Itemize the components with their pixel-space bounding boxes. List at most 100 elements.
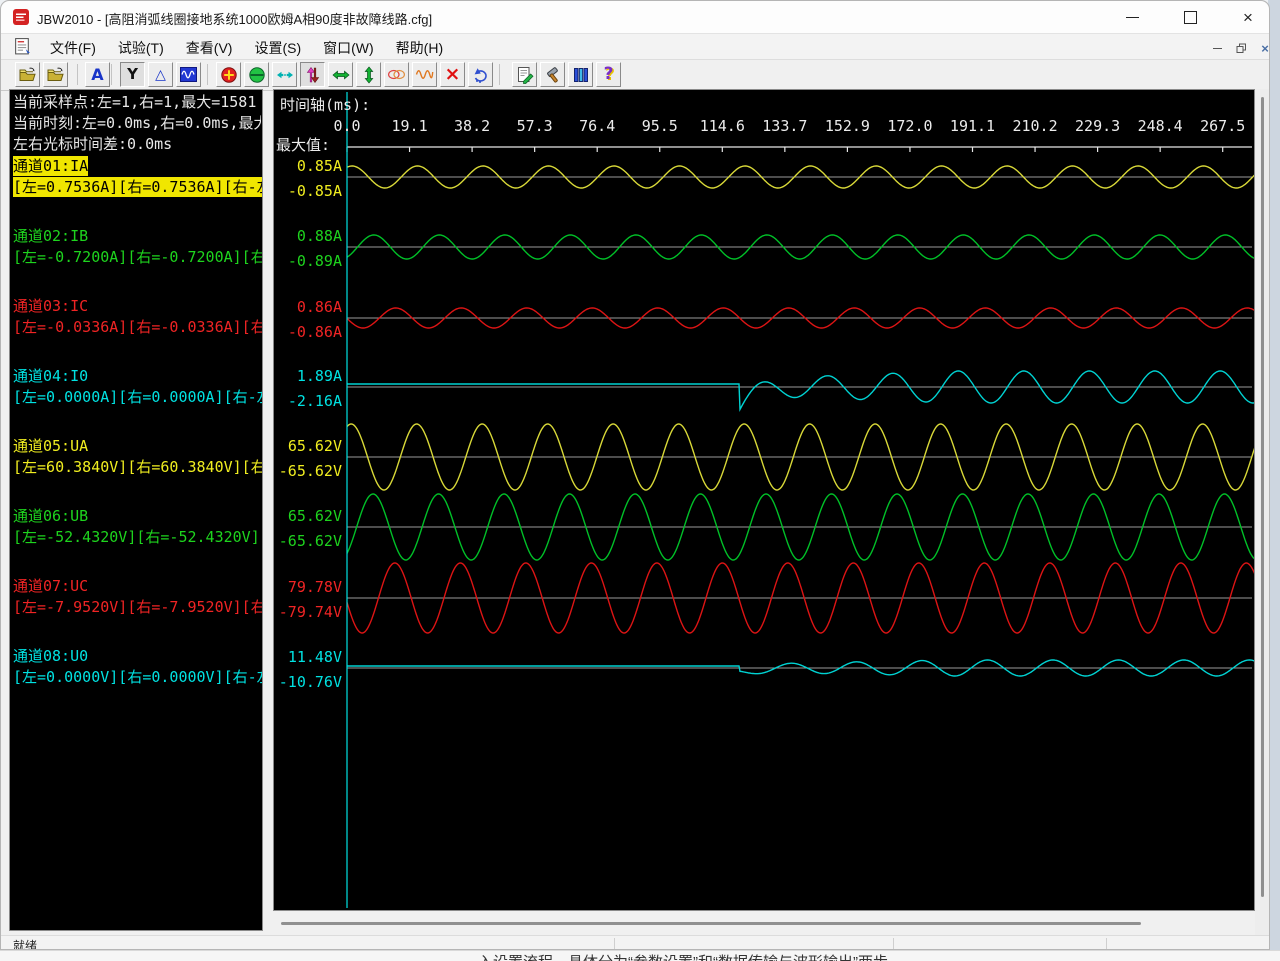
- menu-settings[interactable]: 设置(S): [243, 34, 312, 60]
- channel-label-ic[interactable]: 通道03:IC: [13, 296, 88, 316]
- toolbar-separator: [207, 64, 208, 85]
- toolbar: A Y △ ×??: [1, 59, 1269, 91]
- mdi-close-button[interactable]: ×: [1253, 38, 1270, 58]
- expand-horizontal-button[interactable]: [328, 62, 353, 87]
- sine-icon: [415, 65, 434, 84]
- report-edit-button[interactable]: [512, 62, 537, 87]
- svg-text:79.78V: 79.78V: [288, 578, 342, 596]
- analysis-a-button[interactable]: A: [85, 62, 110, 87]
- mdi-close-icon: ×: [1261, 41, 1269, 56]
- channel-label-u0[interactable]: 通道08:U0: [13, 646, 88, 666]
- help-button[interactable]: ??: [596, 62, 621, 87]
- window-title: JBW2010 - [高阻消弧线圈接地系统1000欧姆A相90度非故障线路.cf…: [37, 9, 432, 28]
- mdi-minimize-button[interactable]: [1205, 38, 1229, 58]
- green-circle-icon: [248, 66, 266, 84]
- time-tick-19.1: 19.1: [391, 117, 427, 135]
- time-tick-152.9: 152.9: [825, 117, 870, 135]
- folder-open-icon: [18, 65, 37, 84]
- help-icon: ??: [604, 66, 614, 84]
- time-axis-title: 时间轴(ms):: [280, 94, 370, 115]
- remove-channel-button[interactable]: [244, 62, 269, 87]
- menu-test[interactable]: 试验(T): [107, 34, 175, 60]
- cursor-tool-button[interactable]: [300, 62, 325, 87]
- waveform-plot-area[interactable]: 0.85A-0.85A0.88A-0.89A0.86A-0.86A1.89A-2…: [273, 89, 1255, 911]
- bar-list-icon: [572, 66, 590, 84]
- red-x-icon: ×: [445, 65, 461, 84]
- menu-file[interactable]: 文件(F): [39, 34, 107, 60]
- hammer-icon: [544, 66, 562, 84]
- svg-text:-0.86A: -0.86A: [288, 323, 342, 341]
- horizontal-scrollbar-thumb[interactable]: [281, 922, 1141, 925]
- time-tick-38.2: 38.2: [454, 117, 490, 135]
- channel-values-ub: [左=-52.4320V][右=-52.4320V][: [13, 527, 262, 547]
- compress-horizontal-button[interactable]: [272, 62, 297, 87]
- menu-window[interactable]: 窗口(W): [312, 34, 385, 60]
- open-file-button[interactable]: [15, 62, 40, 87]
- letter-a-icon: A: [91, 67, 103, 83]
- time-tick-76.4: 76.4: [579, 117, 615, 135]
- channel-values-i0: [左=0.0000A][右=0.0000A][右-左: [13, 387, 262, 407]
- maximize-button[interactable]: [1167, 1, 1213, 33]
- background-window-strip: 入设置流程，具体分为“参数设置”和“数据传输与波形输出”两步: [0, 950, 1280, 961]
- waveform-svg: 0.85A-0.85A0.88A-0.89A0.86A-0.86A1.89A-2…: [274, 90, 1254, 910]
- v-arrow-icon: [360, 66, 378, 84]
- undo-icon: [472, 66, 490, 84]
- svg-text:65.62V: 65.62V: [288, 437, 342, 455]
- delta-icon: △: [155, 68, 166, 82]
- channel-label-i0[interactable]: 通道04:I0: [13, 366, 88, 386]
- horizontal-scrollbar[interactable]: [273, 911, 1255, 935]
- waveform-view-button[interactable]: [176, 62, 201, 87]
- undo-button[interactable]: [468, 62, 493, 87]
- h-arrow-icon: [332, 66, 350, 84]
- time-tick-172.0: 172.0: [887, 117, 932, 135]
- svg-text:-79.74V: -79.74V: [279, 603, 342, 621]
- delta-connection-button[interactable]: △: [148, 62, 173, 87]
- svg-text:0.85A: 0.85A: [297, 157, 342, 175]
- info-panel: 当前采样点:左=1,右=1,最大=1581当前时刻:左=0.0ms,右=0.0m…: [9, 89, 263, 931]
- menu-help[interactable]: 帮助(H): [385, 34, 454, 60]
- wave-i0: [347, 371, 1254, 409]
- channel-label-uc[interactable]: 通道07:UC: [13, 576, 88, 596]
- channel-label-ua[interactable]: 通道05:UA: [13, 436, 88, 456]
- svg-text:0.86A: 0.86A: [297, 298, 342, 316]
- channel-label-ia[interactable]: 通道01:IA: [13, 156, 88, 176]
- svg-text:-65.62V: -65.62V: [279, 532, 342, 550]
- vertical-scrollbar-thumb[interactable]: [1261, 97, 1264, 897]
- minimize-button[interactable]: [1109, 1, 1155, 33]
- document-icon[interactable]: [13, 37, 32, 56]
- open-record-button[interactable]: [43, 62, 68, 87]
- mdi-restore-button[interactable]: [1229, 38, 1253, 58]
- wye-connection-button[interactable]: Y: [120, 62, 145, 87]
- toolbar-separator: [111, 64, 112, 85]
- vertical-scrollbar[interactable]: [1255, 89, 1270, 935]
- maximize-icon: [1184, 11, 1197, 24]
- overlay-waves-button[interactable]: [384, 62, 409, 87]
- app-icon: [12, 8, 30, 26]
- svg-text:-10.76V: -10.76V: [279, 673, 342, 691]
- waveform-icon: [179, 65, 198, 84]
- close-button[interactable]: ×: [1225, 1, 1270, 33]
- status-separator: [1106, 938, 1107, 950]
- expand-vertical-button[interactable]: [356, 62, 381, 87]
- time-tick-191.1: 191.1: [950, 117, 995, 135]
- menu-view[interactable]: 查看(V): [175, 34, 244, 60]
- mdi-restore-icon: [1236, 43, 1247, 54]
- time-tick-229.3: 229.3: [1075, 117, 1120, 135]
- svg-text:-65.62V: -65.62V: [279, 462, 342, 480]
- channel-values-uc: [左=-7.9520V][右=-7.9520V][右-: [13, 597, 262, 617]
- channel-label-ub[interactable]: 通道06:UB: [13, 506, 88, 526]
- svg-text:-0.89A: -0.89A: [288, 252, 342, 270]
- delete-button[interactable]: ×: [440, 62, 465, 87]
- tools-button[interactable]: [540, 62, 565, 87]
- data-list-button[interactable]: [568, 62, 593, 87]
- add-channel-button[interactable]: [216, 62, 241, 87]
- time-tick-114.6: 114.6: [700, 117, 745, 135]
- status-bar: 就绪: [1, 935, 1269, 950]
- time-tick-133.7: 133.7: [762, 117, 807, 135]
- mdi-minimize-icon: [1213, 48, 1222, 49]
- single-wave-button[interactable]: [412, 62, 437, 87]
- channel-values-ia: [左=0.7536A][右=0.7536A][右-左: [13, 177, 262, 197]
- channel-values-ic: [左=-0.0336A][右=-0.0336A][右-: [13, 317, 262, 337]
- channel-label-ib[interactable]: 通道02:IB: [13, 226, 88, 246]
- svg-text:-2.16A: -2.16A: [288, 392, 342, 410]
